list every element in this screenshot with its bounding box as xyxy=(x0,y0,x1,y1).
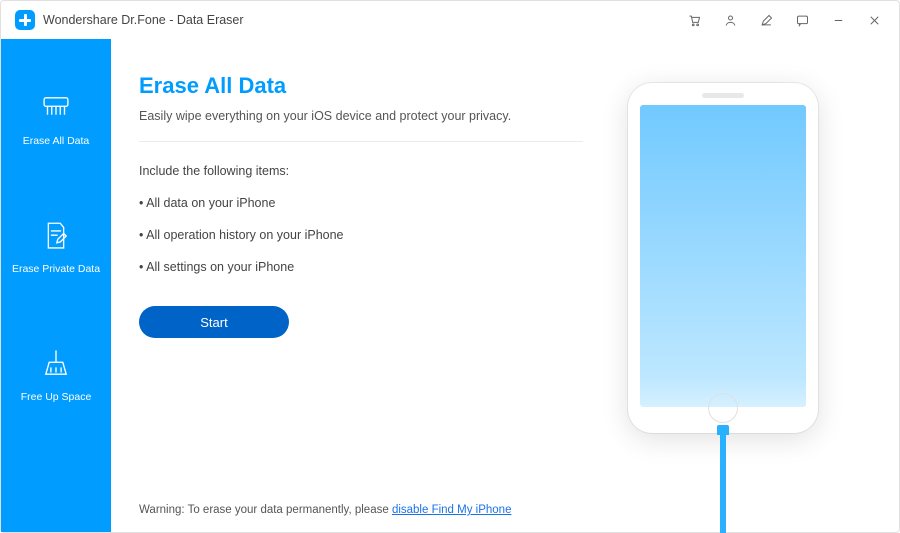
document-edit-icon xyxy=(39,219,73,253)
shredder-icon xyxy=(39,91,73,125)
sidebar: Erase All Data Erase Private Data Free U… xyxy=(1,39,111,532)
app-body: Erase All Data Erase Private Data Free U… xyxy=(1,39,899,532)
sidebar-item-free-up-space[interactable]: Free Up Space xyxy=(21,347,92,403)
sidebar-item-erase-private-data[interactable]: Erase Private Data xyxy=(12,219,100,275)
phone-illustration xyxy=(628,83,818,433)
sidebar-item-label: Free Up Space xyxy=(21,391,92,403)
divider xyxy=(139,141,583,142)
start-button[interactable]: Start xyxy=(139,306,289,338)
titlebar: Wondershare Dr.Fone - Data Eraser xyxy=(1,1,899,39)
disable-find-my-iphone-link[interactable]: disable Find My iPhone xyxy=(392,504,512,516)
app-title: Wondershare Dr.Fone - Data Eraser xyxy=(43,13,244,27)
minimize-icon[interactable] xyxy=(823,6,853,34)
titlebar-left: Wondershare Dr.Fone - Data Eraser xyxy=(15,10,244,30)
sidebar-item-label: Erase All Data xyxy=(23,135,90,147)
page-heading: Erase All Data xyxy=(139,73,583,99)
list-item: • All settings on your iPhone xyxy=(139,260,583,274)
broom-icon xyxy=(39,347,73,381)
cable-illustration xyxy=(720,433,726,533)
device-illustration-area xyxy=(583,73,863,516)
include-items-list: • All data on your iPhone • All operatio… xyxy=(139,196,583,274)
edit-icon[interactable] xyxy=(751,6,781,34)
titlebar-right xyxy=(679,6,889,34)
content-left-column: Erase All Data Easily wipe everything on… xyxy=(139,73,583,516)
close-icon[interactable] xyxy=(859,6,889,34)
main-content: Erase All Data Easily wipe everything on… xyxy=(111,39,899,532)
include-items-label: Include the following items: xyxy=(139,164,583,178)
page-subtitle: Easily wipe everything on your iOS devic… xyxy=(139,109,583,123)
sidebar-item-erase-all-data[interactable]: Erase All Data xyxy=(23,91,90,147)
list-item: • All operation history on your iPhone xyxy=(139,228,583,242)
warning-prefix: Warning: To erase your data permanently,… xyxy=(139,504,392,516)
cart-icon[interactable] xyxy=(679,6,709,34)
user-icon[interactable] xyxy=(715,6,745,34)
phone-screen xyxy=(640,105,806,407)
app-window: Wondershare Dr.Fone - Data Eraser xyxy=(0,0,900,533)
app-logo-icon xyxy=(15,10,35,30)
warning-text: Warning: To erase your data permanently,… xyxy=(139,504,511,516)
sidebar-item-label: Erase Private Data xyxy=(12,263,100,275)
feedback-icon[interactable] xyxy=(787,6,817,34)
list-item: • All data on your iPhone xyxy=(139,196,583,210)
